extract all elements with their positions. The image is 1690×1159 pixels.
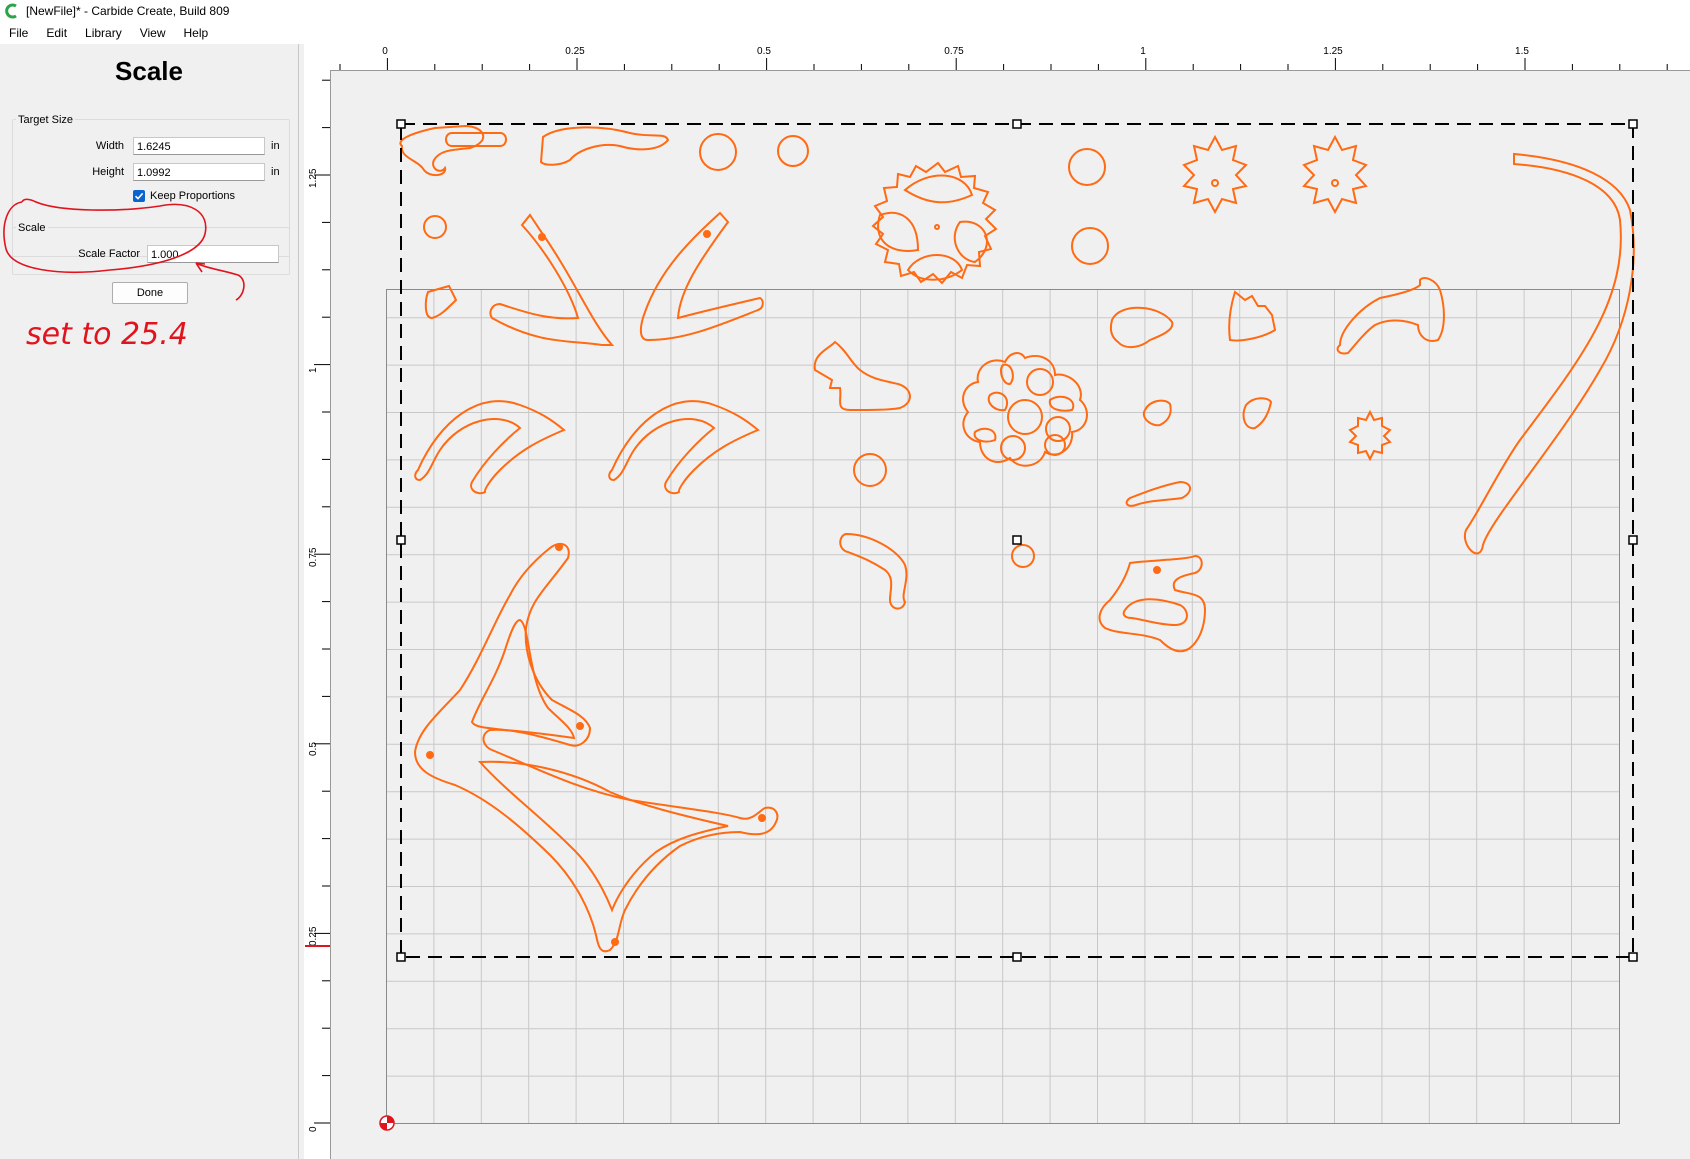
vector-hole[interactable]: [611, 938, 619, 946]
selection-box[interactable]: [396, 119, 1638, 962]
drawing-canvas[interactable]: [0, 0, 1690, 1159]
resize-handle[interactable]: [1628, 119, 1638, 129]
vector-gear-small[interactable]: [1302, 134, 1368, 215]
ruler-ticks: [314, 58, 1668, 1124]
resize-handle[interactable]: [1628, 535, 1638, 545]
vector-hole[interactable]: [934, 224, 940, 230]
origin-marker-icon: [379, 1115, 395, 1131]
resize-handle[interactable]: [1628, 952, 1638, 962]
resize-handle[interactable]: [1012, 952, 1022, 962]
vector-gear-spoke[interactable]: [953, 220, 988, 264]
vector-circle[interactable]: [423, 215, 447, 239]
vector-circle[interactable]: [777, 135, 809, 167]
vector-hole[interactable]: [477, 760, 729, 913]
vector-hole[interactable]: [1211, 179, 1219, 187]
vector-shape[interactable]: [839, 532, 908, 610]
vector-hole[interactable]: [555, 543, 563, 551]
vector-gear-small[interactable]: [1182, 134, 1248, 215]
vector-circle[interactable]: [699, 133, 737, 171]
resize-handle[interactable]: [1012, 535, 1022, 545]
vector-large-arm[interactable]: [413, 542, 779, 953]
grid: [386, 289, 1620, 1124]
resize-handle[interactable]: [396, 119, 406, 129]
vector-hole[interactable]: [426, 751, 434, 759]
vector-hole[interactable]: [1331, 179, 1339, 187]
resize-handle[interactable]: [396, 535, 406, 545]
resize-handle[interactable]: [1012, 119, 1022, 129]
vector-hole[interactable]: [576, 722, 584, 730]
vector-hole[interactable]: [538, 233, 546, 241]
vector-hole[interactable]: [1026, 368, 1054, 396]
vector-shape[interactable]: [424, 284, 458, 320]
vector-gear-spoke[interactable]: [903, 174, 974, 204]
vector-hole[interactable]: [1000, 435, 1026, 461]
vector-hole[interactable]: [987, 391, 1009, 412]
vector-arm[interactable]: [608, 400, 760, 495]
vector-circle[interactable]: [853, 453, 887, 487]
vector-shape[interactable]: [1125, 480, 1191, 507]
vector-hole[interactable]: [1153, 566, 1161, 574]
vector-hole[interactable]: [758, 814, 766, 822]
vector-hole[interactable]: [1007, 399, 1043, 435]
vector-shape[interactable]: [539, 126, 670, 166]
vector-gear-tiny[interactable]: [1348, 409, 1392, 462]
vector-circle[interactable]: [1068, 148, 1106, 186]
vector-shape[interactable]: [1098, 554, 1207, 653]
vector-hole[interactable]: [973, 427, 997, 443]
vector-hole[interactable]: [1044, 434, 1066, 456]
vector-circle[interactable]: [1011, 544, 1035, 568]
vector-arm[interactable]: [639, 211, 764, 342]
vector-shape[interactable]: [1109, 306, 1174, 348]
vector-circle[interactable]: [1071, 227, 1109, 265]
vector-long-arm[interactable]: [1463, 152, 1635, 555]
vector-shape[interactable]: [813, 340, 911, 412]
vector-shape[interactable]: [1242, 397, 1273, 430]
vector-arm[interactable]: [414, 400, 566, 495]
vector-arm[interactable]: [489, 213, 615, 346]
vector-shape[interactable]: [445, 132, 507, 147]
vector-hole[interactable]: [703, 230, 711, 238]
vector-hole[interactable]: [1048, 395, 1075, 412]
vector-shape[interactable]: [1228, 290, 1277, 342]
vector-gear-large[interactable]: [871, 161, 998, 285]
resize-handle[interactable]: [396, 952, 406, 962]
vector-hole[interactable]: [1122, 598, 1188, 627]
vector-gear-spoke[interactable]: [877, 211, 920, 252]
